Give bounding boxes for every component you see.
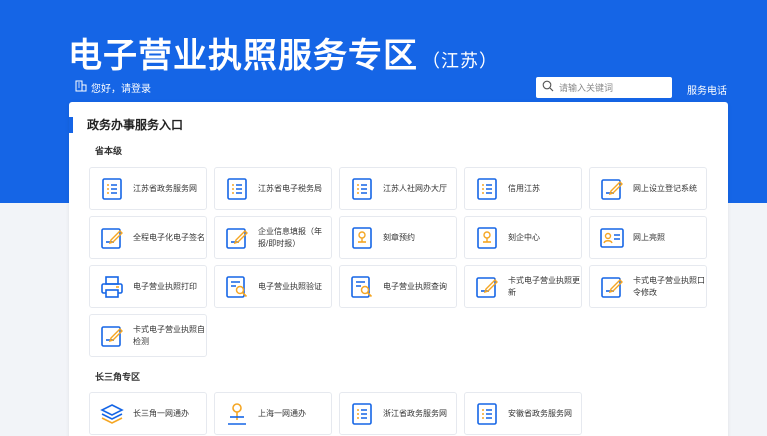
stamp-doc-icon xyxy=(474,225,500,251)
service-card-label: 长三角一网通办 xyxy=(133,408,189,418)
service-card-label: 网上亮照 xyxy=(633,232,665,242)
service-card-label: 网上设立登记系统 xyxy=(633,183,697,193)
search-doc-icon xyxy=(224,274,250,300)
service-card[interactable]: 浙江省政务服务网 xyxy=(339,392,457,435)
service-card[interactable]: 企业信息填报（年报/即时报） xyxy=(214,216,332,259)
edit-doc-icon xyxy=(599,274,625,300)
id-card-icon xyxy=(599,225,625,251)
service-card-label: 江苏人社网办大厅 xyxy=(383,183,447,193)
search-input[interactable] xyxy=(559,82,659,93)
service-card[interactable]: 刻章预约 xyxy=(339,216,457,259)
service-card[interactable]: 电子营业执照查询 xyxy=(339,265,457,308)
service-card[interactable]: 长三角一网通办 xyxy=(89,392,207,435)
list-doc-icon xyxy=(349,401,375,427)
search-doc-icon xyxy=(349,274,375,300)
page-title: 电子营业执照服务专区 （江苏） xyxy=(68,28,498,77)
edit-doc-icon xyxy=(474,274,500,300)
service-card-label: 卡式电子营业执照更新 xyxy=(508,275,580,297)
section-label-provincial: 省本级 xyxy=(95,146,123,156)
edit-doc-icon xyxy=(224,225,250,251)
service-card[interactable]: 江苏人社网办大厅 xyxy=(339,167,457,210)
service-card[interactable]: 上海一网通办 xyxy=(214,392,332,435)
service-card[interactable]: 信用江苏 xyxy=(464,167,582,210)
service-card[interactable]: 网上亮照 xyxy=(589,216,707,259)
service-card-label: 刻章预约 xyxy=(383,232,415,242)
list-doc-icon xyxy=(349,176,375,202)
list-doc-icon xyxy=(474,401,500,427)
login-link[interactable]: 您好，请登录 xyxy=(75,80,151,95)
service-card-label: 上海一网通办 xyxy=(258,408,306,418)
edit-doc-icon xyxy=(599,176,625,202)
service-card-label: 刻企中心 xyxy=(508,232,540,242)
printer-icon xyxy=(99,274,125,300)
service-card[interactable]: 网上设立登记系统 xyxy=(589,167,707,210)
service-card-label: 电子营业执照打印 xyxy=(133,281,197,291)
service-card[interactable]: 卡式电子营业执照自检测 xyxy=(89,314,207,357)
service-card-label: 江苏省电子税务局 xyxy=(258,183,322,193)
page-title-text: 电子营业执照服务专区 xyxy=(68,37,418,75)
service-card-label: 江苏省政务服务网 xyxy=(133,183,197,193)
service-card-label: 信用江苏 xyxy=(508,183,540,193)
search-icon xyxy=(542,79,554,97)
service-card[interactable]: 刻企中心 xyxy=(464,216,582,259)
service-card[interactable]: 江苏省电子税务局 xyxy=(214,167,332,210)
service-card-label: 卡式电子营业执照口令修改 xyxy=(633,275,705,297)
service-panel: 政务办事服务入口 省本级 长三角专区 江苏省政务服务网 江苏省电子税务局 江苏人社网… xyxy=(69,102,728,436)
search-box[interactable] xyxy=(536,77,672,98)
person-pin-icon xyxy=(224,401,250,427)
stamp-doc-icon xyxy=(349,225,375,251)
layers-icon xyxy=(99,401,125,427)
service-card-label: 卡式电子营业执照自检测 xyxy=(133,324,205,346)
building-icon xyxy=(75,80,87,95)
panel-title: 政务办事服务入口 xyxy=(69,117,183,133)
service-card-label: 安徽省政务服务网 xyxy=(508,408,572,418)
service-card-label: 电子营业执照验证 xyxy=(258,281,322,291)
edit-doc-icon xyxy=(99,225,125,251)
service-card[interactable]: 安徽省政务服务网 xyxy=(464,392,582,435)
login-text: 您好，请登录 xyxy=(91,84,151,95)
service-card-label: 电子营业执照查询 xyxy=(383,281,447,291)
service-card[interactable]: 卡式电子营业执照更新 xyxy=(464,265,582,308)
service-card-label: 全程电子化电子签名 xyxy=(133,232,205,242)
service-card[interactable]: 卡式电子营业执照口令修改 xyxy=(589,265,707,308)
service-card[interactable]: 电子营业执照打印 xyxy=(89,265,207,308)
service-card[interactable]: 电子营业执照验证 xyxy=(214,265,332,308)
service-card-label: 浙江省政务服务网 xyxy=(383,408,447,418)
service-card[interactable]: 江苏省政务服务网 xyxy=(89,167,207,210)
section-label-yangtze-delta: 长三角专区 xyxy=(95,372,141,382)
edit-doc-icon xyxy=(99,323,125,349)
service-card[interactable]: 全程电子化电子签名 xyxy=(89,216,207,259)
service-hotline-link[interactable]: 服务电话 xyxy=(687,82,727,97)
list-doc-icon xyxy=(474,176,500,202)
list-doc-icon xyxy=(99,176,125,202)
list-doc-icon xyxy=(224,176,250,202)
page-subtitle: （江苏） xyxy=(422,51,498,71)
service-card-label: 企业信息填报（年报/即时报） xyxy=(258,226,322,248)
